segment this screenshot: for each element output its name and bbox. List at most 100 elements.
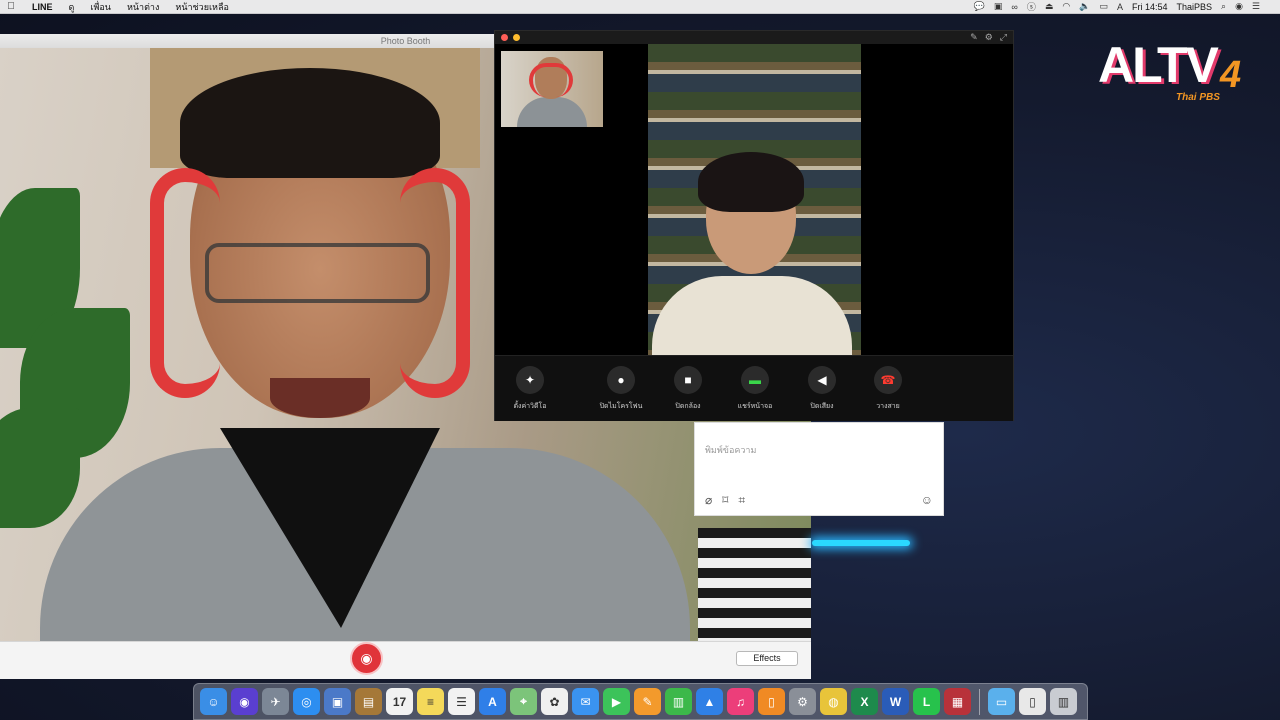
line-status-icon[interactable]: 💬 bbox=[974, 1, 985, 12]
trash-icon[interactable]: ▥ bbox=[1050, 688, 1077, 715]
menu-bar:  LINE ดู เพื่อน หน้าต่าง หน้าช่วยเหลือ … bbox=[0, 0, 1280, 14]
menu-help[interactable]: หน้าช่วยเหลือ bbox=[167, 0, 237, 14]
crop-icon[interactable]: ⌗ bbox=[738, 493, 745, 508]
pin-icon[interactable]: ✎ bbox=[970, 31, 978, 44]
gear-icon[interactable]: ⚙ bbox=[985, 31, 993, 44]
excel-icon[interactable]: X bbox=[851, 688, 878, 715]
system-preferences-icon[interactable]: ⚙ bbox=[789, 688, 816, 715]
maps-icon[interactable]: ⌖ bbox=[510, 688, 537, 715]
photo-booth-toolbar bbox=[0, 641, 811, 679]
share-screen-control[interactable]: ▬ แชร์หน้าจอ bbox=[722, 366, 788, 412]
reminders-icon[interactable]: ☰ bbox=[448, 688, 475, 715]
hang-up-icon[interactable]: ☎ bbox=[874, 366, 902, 394]
screen-share-icon[interactable]: ▬ bbox=[741, 366, 769, 394]
control-label: ปิดไมโครโฟน bbox=[599, 403, 643, 410]
headphones bbox=[150, 168, 220, 398]
control-label: ปิดเสียง bbox=[810, 403, 834, 410]
emoji-icon[interactable]: ☺ bbox=[921, 493, 933, 507]
speaker-icon[interactable]: ◀ bbox=[808, 366, 836, 394]
volume-icon[interactable]: 🔈 bbox=[1079, 1, 1090, 12]
menu-clock[interactable]: Fri 14:54 bbox=[1132, 2, 1168, 12]
calendar-icon[interactable]: 17 bbox=[386, 688, 413, 715]
document-icon[interactable]: ▯ bbox=[1019, 688, 1046, 715]
end-call-control[interactable]: ☎ วางสาย bbox=[855, 366, 921, 412]
safari-icon[interactable]: ◎ bbox=[293, 688, 320, 715]
logo-subtitle: Thai PBS bbox=[1176, 92, 1220, 103]
word-icon[interactable]: W bbox=[882, 688, 909, 715]
dock-separator bbox=[979, 688, 980, 715]
control-label: แชร์หน้าจอ bbox=[737, 403, 773, 410]
person-hair bbox=[180, 68, 440, 178]
microphone-icon[interactable]: ● bbox=[607, 366, 635, 394]
control-label: ตั้งค่าวิดีโอ bbox=[513, 403, 547, 410]
pages-icon[interactable]: ✎ bbox=[634, 688, 661, 715]
photos-icon[interactable]: ✿ bbox=[541, 688, 568, 715]
chrome-icon[interactable]: ◍ bbox=[820, 688, 847, 715]
sparkle-icon[interactable]: ✦ bbox=[516, 366, 544, 394]
finder-icon[interactable]: ☺ bbox=[200, 688, 227, 715]
menu-view[interactable]: ดู bbox=[61, 0, 83, 14]
siri-icon[interactable]: ◉ bbox=[231, 688, 258, 715]
menu-window[interactable]: หน้าต่าง bbox=[119, 0, 167, 14]
app-store-icon[interactable]: A bbox=[479, 688, 506, 715]
numbers-icon[interactable]: ▥ bbox=[665, 688, 692, 715]
paperclip-icon[interactable]: ⌀ bbox=[705, 493, 712, 508]
downloads-folder-icon[interactable]: ▭ bbox=[988, 688, 1015, 715]
message-input[interactable]: พิมพ์ข้อความ bbox=[705, 443, 756, 457]
menu-friends[interactable]: เพื่อน bbox=[82, 0, 119, 14]
call-controls: ✦ ตั้งค่าวิดีโอ ● ปิดไมโครโฟน ■ ปิดกล้อง… bbox=[495, 355, 1013, 421]
bookmark-icon[interactable]: ⌑ bbox=[722, 493, 728, 508]
airplay-icon[interactable]: ⏏ bbox=[1045, 1, 1054, 12]
line-icon[interactable]: L bbox=[913, 688, 940, 715]
remote-shirt bbox=[652, 276, 852, 355]
take-photo-button[interactable]: ◉ bbox=[350, 642, 383, 675]
control-label: วางสาย bbox=[876, 403, 900, 410]
camera-icon: ◉ bbox=[360, 650, 373, 666]
line-video-call-window: ✎ ⚙ ⤢ ✦ ตั้งค่าวิดีโอ ● ปิดไมโครโฟน ■ ปิ… bbox=[494, 30, 1014, 421]
neon-light bbox=[812, 540, 910, 546]
battery-icon[interactable]: ▭ bbox=[1099, 1, 1108, 12]
apple-menu-icon[interactable]:  bbox=[0, 1, 22, 12]
mute-speaker-control[interactable]: ◀ ปิดเสียง bbox=[789, 366, 855, 412]
wifi-icon[interactable]: ◠ bbox=[1062, 1, 1070, 12]
menu-app-name[interactable]: LINE bbox=[22, 2, 61, 12]
notification-center-icon[interactable]: ☰ bbox=[1252, 1, 1260, 12]
itunes-icon[interactable]: ♫ bbox=[727, 688, 754, 715]
screen-share-icon[interactable]: ▣ bbox=[994, 1, 1003, 12]
effects-button[interactable]: Effects bbox=[736, 651, 798, 666]
minimize-window-button[interactable] bbox=[513, 34, 520, 41]
launchpad-icon[interactable]: ✈ bbox=[262, 688, 289, 715]
line-chat-window: พิมพ์ข้อความ ⌀ ⌑ ⌗ ☺ bbox=[694, 422, 944, 516]
photo-booth-icon[interactable]: ▦ bbox=[944, 688, 971, 715]
video-camera-icon[interactable]: ■ bbox=[674, 366, 702, 394]
striped-object bbox=[698, 528, 811, 641]
siri-icon[interactable]: ◉ bbox=[1235, 1, 1243, 12]
menu-extras: 💬 ▣ ∞ ⓢ ⏏ ◠ 🔈 ▭ A Fri 14:54 ThaiPBS ⌕ ◉ … bbox=[974, 0, 1280, 13]
self-shirt bbox=[517, 97, 587, 127]
notefile-icon[interactable]: ▤ bbox=[355, 688, 382, 715]
facetime-icon[interactable]: ▶ bbox=[603, 688, 630, 715]
keynote-icon[interactable]: ▲ bbox=[696, 688, 723, 715]
self-video-thumbnail[interactable] bbox=[501, 51, 603, 127]
altv-logo: ALTV 4 Thai PBS bbox=[1098, 36, 1258, 106]
fullscreen-icon[interactable]: ⤢ bbox=[1000, 31, 1007, 44]
skype-icon[interactable]: ⓢ bbox=[1027, 0, 1036, 13]
notes-icon[interactable]: ≡ bbox=[417, 688, 444, 715]
spotlight-icon[interactable]: ⌕ bbox=[1221, 1, 1226, 12]
video-settings-control[interactable]: ✦ ตั้งค่าวิดีโอ bbox=[497, 366, 563, 412]
close-window-button[interactable] bbox=[501, 34, 508, 41]
camera-off-control[interactable]: ■ ปิดกล้อง bbox=[655, 366, 721, 412]
call-titlebar[interactable]: ✎ ⚙ ⤢ bbox=[495, 31, 1013, 44]
self-headphones bbox=[529, 63, 573, 97]
remote-video bbox=[648, 44, 861, 355]
preview-icon[interactable]: ▣ bbox=[324, 688, 351, 715]
mute-microphone-control[interactable]: ● ปิดไมโครโฟน bbox=[588, 366, 654, 412]
plant-leaf bbox=[0, 408, 80, 528]
person-glasses bbox=[205, 243, 430, 303]
messages-icon[interactable]: ✉ bbox=[572, 688, 599, 715]
ibooks-icon[interactable]: ▯ bbox=[758, 688, 785, 715]
headphones bbox=[400, 168, 470, 398]
creative-cloud-icon[interactable]: ∞ bbox=[1011, 2, 1017, 12]
menu-user[interactable]: ThaiPBS bbox=[1176, 2, 1212, 12]
input-source-icon[interactable]: A bbox=[1117, 2, 1123, 12]
